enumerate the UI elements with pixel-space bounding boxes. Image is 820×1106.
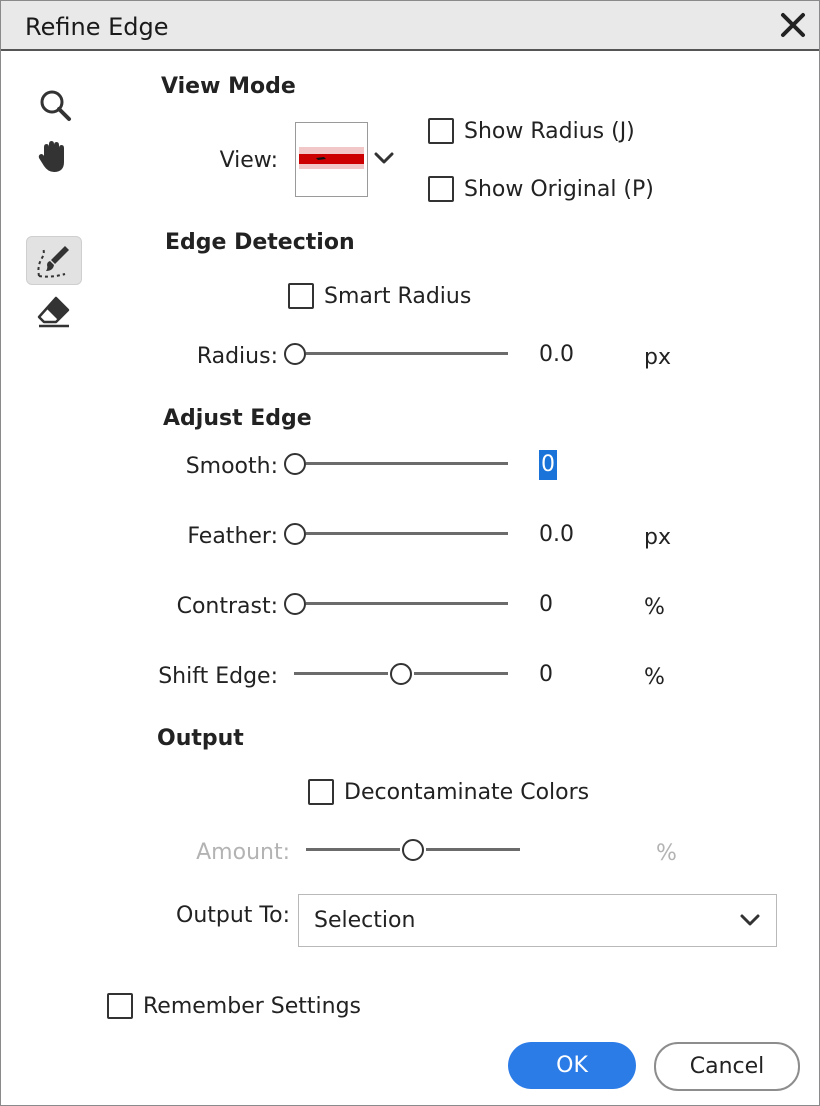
show-radius-checkbox[interactable] (428, 118, 454, 144)
shift-edge-value[interactable]: 0 (539, 662, 553, 687)
chevron-down-icon (739, 912, 761, 928)
contrast-slider-thumb[interactable] (284, 593, 306, 615)
shift-edge-label: Shift Edge: (158, 664, 278, 689)
smooth-slider-thumb[interactable] (284, 453, 306, 475)
ok-button[interactable]: OK (508, 1042, 636, 1089)
contrast-value[interactable]: 0 (539, 592, 553, 617)
dialog-title: Refine Edge (25, 13, 169, 41)
smooth-slider-track (306, 462, 508, 465)
amount-slider (306, 839, 520, 861)
feather-slider-thumb[interactable] (284, 523, 306, 545)
amount-label: Amount: (196, 840, 290, 865)
chevron-down-icon[interactable] (373, 150, 395, 166)
output-to-select[interactable]: Selection (298, 894, 777, 947)
edge-detection-heading: Edge Detection (165, 230, 355, 255)
decontaminate-colors-checkbox[interactable] (308, 779, 334, 805)
output-to-label: Output To: (176, 903, 290, 928)
decontaminate-colors-label[interactable]: Decontaminate Colors (344, 780, 589, 805)
amount-slider-thumb (402, 839, 424, 861)
hand-icon[interactable] (34, 137, 74, 177)
radius-slider-thumb[interactable] (284, 343, 306, 365)
feather-label: Feather: (187, 524, 278, 549)
smooth-value-field[interactable]: 0 (539, 450, 557, 480)
smart-radius-checkbox[interactable] (288, 283, 314, 309)
radius-label: Radius: (196, 344, 278, 369)
contrast-slider-track (306, 602, 508, 605)
cancel-button[interactable]: Cancel (654, 1042, 800, 1091)
refine-edge-dialog: Refine Edge View Mode View: Show Radius … (0, 0, 820, 1106)
remember-settings-label[interactable]: Remember Settings (143, 994, 361, 1019)
eraser-icon[interactable] (34, 294, 74, 330)
output-to-value: Selection (314, 908, 416, 933)
remember-settings-checkbox[interactable] (107, 993, 133, 1019)
view-mode-thumbnail[interactable] (295, 122, 368, 197)
view-label: View: (219, 148, 278, 173)
shift-edge-slider-thumb[interactable] (390, 663, 412, 685)
radius-unit: px (644, 345, 671, 370)
amount-unit: % (656, 841, 677, 866)
view-mode-heading: View Mode (161, 74, 296, 99)
contrast-unit: % (644, 595, 665, 620)
radius-value[interactable]: 0.0 (539, 342, 574, 367)
shift-edge-unit: % (644, 665, 665, 690)
show-radius-label[interactable]: Show Radius (J) (464, 119, 635, 144)
show-original-label[interactable]: Show Original (P) (464, 177, 654, 202)
output-heading: Output (157, 726, 244, 751)
feather-value[interactable]: 0.0 (539, 522, 574, 547)
feather-unit: px (644, 525, 671, 550)
show-original-checkbox[interactable] (428, 176, 454, 202)
smooth-slider[interactable] (284, 453, 508, 475)
radius-slider[interactable] (284, 343, 508, 365)
zoom-icon[interactable] (35, 85, 75, 125)
contrast-label: Contrast: (176, 594, 278, 619)
radius-slider-track (306, 352, 508, 355)
feather-slider[interactable] (284, 523, 508, 545)
shift-edge-slider[interactable] (294, 663, 508, 685)
contrast-slider[interactable] (284, 593, 508, 615)
adjust-edge-heading: Adjust Edge (163, 406, 312, 431)
smooth-label: Smooth: (185, 454, 278, 479)
smart-radius-label[interactable]: Smart Radius (324, 284, 471, 309)
close-icon[interactable] (777, 9, 809, 41)
refine-radius-brush-icon[interactable] (26, 236, 82, 285)
feather-slider-track (306, 532, 508, 535)
title-bar: Refine Edge (1, 1, 819, 51)
